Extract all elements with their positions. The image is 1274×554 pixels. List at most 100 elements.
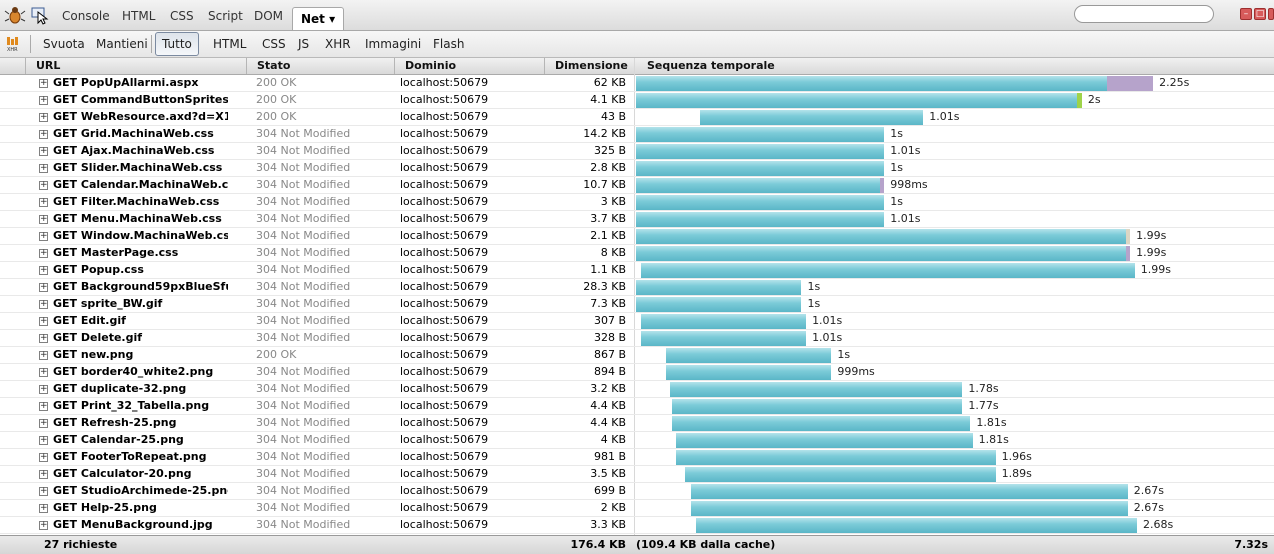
table-row[interactable]: + GET new.png 200 OK localhost:50679 867 B 1s bbox=[0, 347, 1274, 364]
table-row[interactable]: + GET Print_32_Tabella.png 304 Not Modifie… bbox=[0, 398, 1274, 415]
search-input[interactable] bbox=[1074, 5, 1214, 23]
expand-icon[interactable]: + bbox=[39, 283, 48, 292]
tab-script[interactable]: Script bbox=[204, 7, 247, 25]
expand-icon[interactable]: + bbox=[39, 249, 48, 258]
table-row[interactable]: + GET Menu.MachinaWeb.css 304 Not Modified… bbox=[0, 211, 1274, 228]
table-row[interactable]: + GET Slider.MachinaWeb.css 304 Not Modifi… bbox=[0, 160, 1274, 177]
expand-icon[interactable]: + bbox=[39, 164, 48, 173]
table-row[interactable]: + GET WebResource.axd?d=X1AC 200 OK localho… bbox=[0, 109, 1274, 126]
table-row[interactable]: + GET Calendar.MachinaWeb.css 304 Not Modi… bbox=[0, 177, 1274, 194]
request-url[interactable]: GET Menu.MachinaWeb.css bbox=[53, 211, 228, 227]
expand-icon[interactable]: + bbox=[39, 79, 48, 88]
request-url[interactable]: GET sprite_BW.gif bbox=[53, 296, 228, 312]
request-url[interactable]: GET Ajax.MachinaWeb.css bbox=[53, 143, 228, 159]
expand-icon[interactable]: + bbox=[39, 470, 48, 479]
expand-icon[interactable]: + bbox=[39, 453, 48, 462]
table-row[interactable]: + GET sprite_BW.gif 304 Not Modified localh… bbox=[0, 296, 1274, 313]
table-row[interactable]: + GET duplicate-32.png 304 Not Modified loc… bbox=[0, 381, 1274, 398]
filter-immagini-button[interactable]: Immagini bbox=[362, 35, 424, 53]
expand-icon[interactable]: + bbox=[39, 368, 48, 377]
persist-button[interactable]: Mantieni bbox=[93, 35, 151, 53]
expand-icon[interactable]: + bbox=[39, 147, 48, 156]
request-url[interactable]: GET Popup.css bbox=[53, 262, 228, 278]
request-url[interactable]: GET Calendar.MachinaWeb.css bbox=[53, 177, 228, 193]
request-url[interactable]: GET Grid.MachinaWeb.css bbox=[53, 126, 228, 142]
filter-js-button[interactable]: JS bbox=[295, 35, 312, 53]
request-url[interactable]: GET Background59pxBlueSfuma bbox=[53, 279, 228, 295]
request-url[interactable]: GET Calendar-25.png bbox=[53, 432, 228, 448]
expand-icon[interactable]: + bbox=[39, 113, 48, 122]
table-row[interactable]: + GET Popup.css 304 Not Modified localhost:… bbox=[0, 262, 1274, 279]
tab-html[interactable]: HTML bbox=[118, 7, 159, 25]
expand-icon[interactable]: + bbox=[39, 419, 48, 428]
firebug-icon[interactable] bbox=[4, 5, 26, 25]
inspect-icon[interactable] bbox=[30, 5, 50, 25]
expand-icon[interactable]: + bbox=[39, 317, 48, 326]
table-row[interactable]: + GET Filter.MachinaWeb.css 304 Not Modifi… bbox=[0, 194, 1274, 211]
expand-icon[interactable]: + bbox=[39, 385, 48, 394]
close-icon[interactable] bbox=[1268, 8, 1274, 20]
expand-icon[interactable]: + bbox=[39, 266, 48, 275]
expand-icon[interactable]: + bbox=[39, 130, 48, 139]
request-url[interactable]: GET Filter.MachinaWeb.css bbox=[53, 194, 228, 210]
table-row[interactable]: + GET Background59pxBlueSfuma 304 Not Modi… bbox=[0, 279, 1274, 296]
request-url[interactable]: GET StudioArchimede-25.png bbox=[53, 483, 228, 499]
table-row[interactable]: + GET Calculator-20.png 304 Not Modified lo… bbox=[0, 466, 1274, 483]
table-row[interactable]: + GET Ajax.MachinaWeb.css 304 Not Modified… bbox=[0, 143, 1274, 160]
expand-icon[interactable]: + bbox=[39, 96, 48, 105]
expand-icon[interactable]: + bbox=[39, 300, 48, 309]
column-header-timeline[interactable]: Sequenza temporale bbox=[634, 58, 1274, 74]
expand-icon[interactable]: + bbox=[39, 487, 48, 496]
expand-icon[interactable]: + bbox=[39, 504, 48, 513]
filter-xhr-button[interactable]: XHR bbox=[322, 35, 354, 53]
tab-css[interactable]: CSS bbox=[166, 7, 198, 25]
request-url[interactable]: GET duplicate-32.png bbox=[53, 381, 228, 397]
expand-icon[interactable]: + bbox=[39, 181, 48, 190]
table-row[interactable]: + GET MasterPage.css 304 Not Modified local… bbox=[0, 245, 1274, 262]
expand-icon[interactable]: + bbox=[39, 436, 48, 445]
column-header-status[interactable]: Stato bbox=[246, 58, 394, 74]
request-url[interactable]: GET Print_32_Tabella.png bbox=[53, 398, 228, 414]
filter-html-button[interactable]: HTML bbox=[210, 35, 249, 53]
table-row[interactable]: + GET PopUpAllarmi.aspx 200 OK localhost:50… bbox=[0, 75, 1274, 92]
expand-icon[interactable]: + bbox=[39, 402, 48, 411]
table-row[interactable]: + GET Grid.MachinaWeb.css 304 Not Modified… bbox=[0, 126, 1274, 143]
table-row[interactable]: + GET border40_white2.png 304 Not Modified… bbox=[0, 364, 1274, 381]
request-url[interactable]: GET PopUpAllarmi.aspx bbox=[53, 75, 228, 91]
request-url[interactable]: GET WebResource.axd?d=X1AC bbox=[53, 109, 228, 125]
tab-dom[interactable]: DOM bbox=[250, 7, 287, 25]
request-url[interactable]: GET Calculator-20.png bbox=[53, 466, 228, 482]
table-row[interactable]: + GET Edit.gif 304 Not Modified localhost:5… bbox=[0, 313, 1274, 330]
table-row[interactable]: + GET Calendar-25.png 304 Not Modified loca… bbox=[0, 432, 1274, 449]
table-row[interactable]: + GET Help-25.png 304 Not Modified localhos… bbox=[0, 500, 1274, 517]
table-row[interactable]: + GET StudioArchimede-25.png 304 Not Modif… bbox=[0, 483, 1274, 500]
request-url[interactable]: GET Slider.MachinaWeb.css bbox=[53, 160, 228, 176]
filter-tutto-button[interactable]: Tutto bbox=[155, 32, 199, 56]
filter-css-button[interactable]: CSS bbox=[259, 35, 289, 53]
column-header-size[interactable]: Dimensione bbox=[544, 58, 634, 74]
tab-net[interactable]: Net ▾ bbox=[292, 7, 345, 30]
request-url[interactable]: GET new.png bbox=[53, 347, 228, 363]
expand-icon[interactable]: + bbox=[39, 215, 48, 224]
request-url[interactable]: GET MenuBackground.jpg bbox=[53, 517, 228, 533]
minimize-icon[interactable]: – bbox=[1240, 8, 1252, 20]
request-url[interactable]: GET Window.MachinaWeb.css bbox=[53, 228, 228, 244]
request-url[interactable]: GET Refresh-25.png bbox=[53, 415, 228, 431]
expand-icon[interactable]: + bbox=[39, 232, 48, 241]
table-row[interactable]: + GET Refresh-25.png 304 Not Modified local… bbox=[0, 415, 1274, 432]
request-url[interactable]: GET Help-25.png bbox=[53, 500, 228, 516]
table-row[interactable]: + GET Delete.gif 304 Not Modified localhost… bbox=[0, 330, 1274, 347]
clear-button[interactable]: Svuota bbox=[40, 35, 88, 53]
expand-icon[interactable]: + bbox=[39, 334, 48, 343]
request-url[interactable]: GET CommandButtonSprites.gif bbox=[53, 92, 228, 108]
column-header-url[interactable]: URL bbox=[25, 58, 246, 74]
table-row[interactable]: + GET CommandButtonSprites.gif 200 OK local… bbox=[0, 92, 1274, 109]
column-header-domain[interactable]: Dominio bbox=[394, 58, 544, 74]
filter-flash-button[interactable]: Flash bbox=[430, 35, 467, 53]
table-row[interactable]: + GET FooterToRepeat.png 304 Not Modified l… bbox=[0, 449, 1274, 466]
table-row[interactable]: + GET MenuBackground.jpg 304 Not Modified l… bbox=[0, 517, 1274, 534]
table-row[interactable]: + GET Window.MachinaWeb.css 304 Not Modifi… bbox=[0, 228, 1274, 245]
request-url[interactable]: GET Edit.gif bbox=[53, 313, 228, 329]
xhr-icon[interactable]: XHR bbox=[6, 36, 22, 52]
request-url[interactable]: GET border40_white2.png bbox=[53, 364, 228, 380]
